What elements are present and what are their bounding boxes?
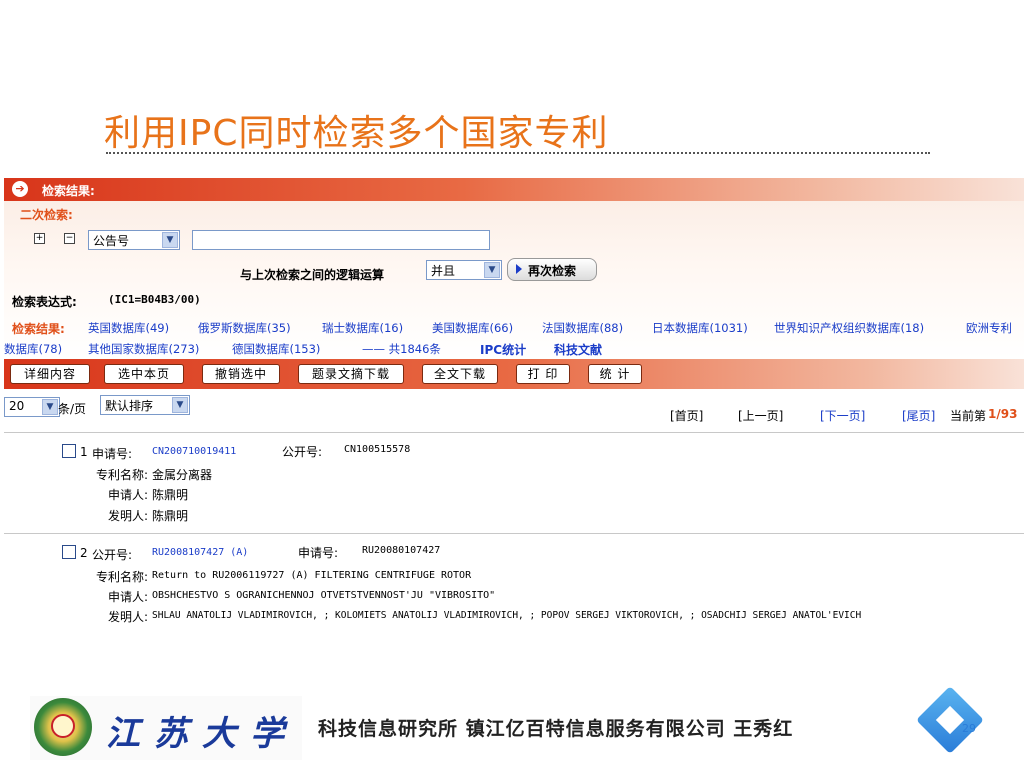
field-select[interactable]: 公告号 ▼ bbox=[88, 230, 180, 250]
database-link-3[interactable]: 美国数据库(66) bbox=[432, 320, 513, 336]
record-field2-value: CN100515578 bbox=[344, 444, 411, 455]
record-divider bbox=[4, 533, 1024, 534]
database-link-7-cont[interactable]: 数据库(78) bbox=[4, 341, 62, 357]
database-link-1[interactable]: 俄罗斯数据库(35) bbox=[198, 320, 291, 336]
record-field2-label: 申请号: bbox=[298, 546, 339, 560]
logic-operator-value: 并且 bbox=[431, 264, 456, 278]
abstract-download-button[interactable]: 题录文摘下载 bbox=[298, 364, 404, 384]
record-inventor-label: 发明人: bbox=[107, 610, 148, 624]
expand-icon[interactable]: + bbox=[34, 233, 45, 244]
record-checkbox[interactable] bbox=[62, 444, 76, 458]
field-select-value: 公告号 bbox=[93, 234, 130, 248]
page-size-value: 20 bbox=[9, 399, 25, 413]
record-checkbox[interactable] bbox=[62, 545, 76, 559]
record-title-label: 专利名称: bbox=[95, 468, 148, 482]
database-link-4[interactable]: 法国数据库(88) bbox=[542, 320, 623, 336]
sort-select-value: 默认排序 bbox=[105, 399, 154, 413]
record-field2-label: 公开号: bbox=[282, 445, 323, 459]
first-page-link[interactable]: [首页] bbox=[670, 407, 703, 424]
slide-title: 利用IPC同时检索多个国家专利 bbox=[104, 113, 609, 154]
record-inventor-value: SHLAU ANATOLIJ VLADIMIROVICH, ; KOLOMIET… bbox=[152, 610, 862, 621]
research-button[interactable]: 再次检索 bbox=[507, 258, 597, 281]
last-page-link[interactable]: [尾页] bbox=[902, 407, 935, 424]
record-applicant-label: 申请人: bbox=[107, 590, 148, 604]
record-field1-value[interactable]: RU2008107427 (A) bbox=[152, 547, 248, 558]
chevron-down-icon: ▼ bbox=[484, 262, 500, 278]
record-title-value: Return to RU2006119727 (A) FILTERING CEN… bbox=[152, 570, 472, 581]
record-divider bbox=[4, 432, 1024, 433]
record-inventor-label: 发明人: bbox=[107, 509, 148, 523]
record-inventor-value: 陈鼎明 bbox=[152, 509, 189, 523]
secondary-search-panel: 二次检索: + − 公告号 ▼ 与上次检索之间的逻辑运算 并且 ▼ 再次检索 检… bbox=[4, 201, 1024, 359]
select-page-button[interactable]: 选中本页 bbox=[104, 364, 184, 384]
database-link-5[interactable]: 日本数据库(1031) bbox=[652, 320, 748, 336]
prev-page-link[interactable]: [上一页] bbox=[738, 407, 783, 424]
play-icon bbox=[516, 264, 522, 274]
current-page-prefix: 当前第 bbox=[950, 409, 987, 423]
page-size-unit: 条/页 bbox=[58, 402, 87, 416]
record-applicant-value: OBSHCHESTVO S OGRANICHENNOJ OTVETSTVENNO… bbox=[152, 590, 496, 601]
next-page-link[interactable]: [下一页] bbox=[820, 407, 865, 424]
record-field1-label: 申请号: bbox=[92, 447, 133, 461]
university-seal-icon bbox=[34, 698, 92, 756]
record-title-label: 专利名称: bbox=[95, 570, 148, 584]
database-link-2[interactable]: 瑞士数据库(16) bbox=[322, 320, 403, 336]
footer-institution-text: 科技信息研究所 镇江亿百特信息服务有限公司 王秀红 bbox=[318, 718, 794, 740]
results-header-bar: ➔ 检索结果: bbox=[4, 178, 1024, 201]
expression-value: (IC1=B04B3/00) bbox=[108, 293, 201, 306]
chevron-down-icon: ▼ bbox=[42, 399, 58, 415]
current-page-value: 1/93 bbox=[988, 407, 1018, 421]
print-button[interactable]: 打 印 bbox=[516, 364, 570, 384]
logic-operator-select[interactable]: 并且 ▼ bbox=[426, 260, 502, 280]
title-divider bbox=[106, 152, 930, 154]
record-title-value: 金属分离器 bbox=[152, 468, 213, 482]
database-link-9[interactable]: 德国数据库(153) bbox=[232, 341, 320, 357]
record-field2-value: RU20080107427 bbox=[362, 545, 441, 556]
university-logo: 江苏大学 bbox=[30, 696, 302, 760]
secondary-search-label: 二次检索: bbox=[20, 208, 73, 222]
database-link-7[interactable]: 欧洲专利 bbox=[966, 320, 1012, 336]
pager-row: 20 ▼ 条/页 默认排序 ▼ [首页] [上一页] [下一页] [尾页] 当前… bbox=[4, 389, 1024, 429]
record-applicant-label: 申请人: bbox=[107, 488, 148, 502]
detail-button[interactable]: 详细内容 bbox=[10, 364, 90, 384]
record-field1-label: 公开号: bbox=[92, 548, 133, 562]
logic-operator-label: 与上次检索之间的逻辑运算 bbox=[240, 268, 385, 282]
search-input[interactable] bbox=[192, 230, 490, 250]
arrow-right-icon: ➔ bbox=[12, 181, 28, 197]
chevron-down-icon: ▼ bbox=[162, 232, 178, 248]
chevron-down-icon: ▼ bbox=[172, 397, 188, 413]
record-index: 2 bbox=[80, 546, 88, 560]
slide-footer: 江苏大学 科技信息研究所 镇江亿百特信息服务有限公司 王秀红 29 bbox=[0, 686, 1024, 768]
tech-docs-link[interactable]: 科技文献 bbox=[554, 341, 602, 358]
results-label: 检索结果: bbox=[12, 322, 65, 336]
record-field1-value[interactable]: CN200710019411 bbox=[152, 446, 236, 457]
record-list: 1 申请号: CN200710019411 公开号: CN100515578 专… bbox=[4, 429, 1024, 630]
database-link-8[interactable]: 其他国家数据库(273) bbox=[88, 341, 199, 357]
expression-label: 检索表达式: bbox=[12, 295, 77, 309]
deselect-button[interactable]: 撤销选中 bbox=[202, 364, 280, 384]
search-results-screen: ➔ 检索结果: 二次检索: + − 公告号 ▼ 与上次检索之间的逻辑运算 并且 … bbox=[4, 178, 1024, 630]
sort-select[interactable]: 默认排序 ▼ bbox=[100, 395, 190, 415]
record-index: 1 bbox=[80, 445, 88, 459]
collapse-icon[interactable]: − bbox=[64, 233, 75, 244]
ipc-stats-link[interactable]: IPC统计 bbox=[480, 341, 526, 358]
fulltext-download-button[interactable]: 全文下载 bbox=[422, 364, 498, 384]
research-button-label: 再次检索 bbox=[528, 264, 577, 278]
stats-button[interactable]: 统 计 bbox=[588, 364, 642, 384]
record-applicant-value: 陈鼎明 bbox=[152, 488, 189, 502]
database-link-6[interactable]: 世界知识产权组织数据库(18) bbox=[774, 320, 924, 336]
action-toolbar: 详细内容 选中本页 撤销选中 题录文摘下载 全文下载 打 印 统 计 bbox=[4, 359, 1024, 389]
results-header-title: 检索结果: bbox=[42, 184, 95, 198]
page-size-select[interactable]: 20 ▼ bbox=[4, 397, 60, 417]
page-number: 29 bbox=[962, 722, 976, 735]
results-total: —— 共1846条 bbox=[362, 342, 441, 356]
database-link-0[interactable]: 英国数据库(49) bbox=[88, 320, 169, 336]
university-name: 江苏大学 bbox=[106, 714, 298, 754]
